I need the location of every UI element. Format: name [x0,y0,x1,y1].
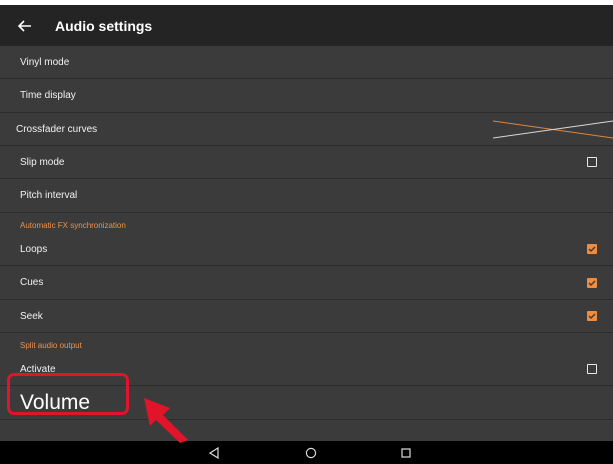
setting-label: Loops [20,243,48,255]
app-bar: Audio settings [0,5,613,46]
slip-mode-checkbox[interactable] [587,157,597,167]
setting-loops[interactable]: Loops [0,233,613,266]
setting-label: Pitch interval [20,190,78,201]
setting-label: Time display [20,90,76,101]
setting-vinyl-mode[interactable]: Vinyl mode [0,46,613,79]
loops-checkbox[interactable] [587,244,597,254]
red-pointer-arrow-icon [144,398,188,443]
setting-pitch-interval[interactable]: Pitch interval [0,179,613,213]
checkmark-icon [588,246,596,252]
section-header-split-audio: Split audio output [20,341,82,350]
setting-time-display[interactable]: Time display [0,79,613,113]
page-title: Audio settings [55,17,153,34]
volume-highlight-box [7,373,129,415]
checkmark-icon [588,313,596,319]
setting-label: Slip mode [20,156,65,168]
triangle-back-icon[interactable] [206,445,222,461]
setting-seek[interactable]: Seek [0,300,613,333]
activate-checkbox[interactable] [587,364,597,374]
cues-checkbox[interactable] [587,277,597,288]
square-recents-icon[interactable] [398,445,414,461]
setting-slip-mode[interactable]: Slip mode [0,146,613,179]
setting-crossfader-curves[interactable]: Crossfader curves [0,113,613,146]
circle-home-icon[interactable] [303,445,319,461]
crossfader-curve-graphic [493,120,613,139]
checkmark-icon [588,280,596,286]
setting-label: Crossfader curves [16,123,98,135]
seek-checkbox[interactable] [587,311,597,321]
setting-cues[interactable]: Cues [0,266,613,300]
arrow-left-icon[interactable] [18,18,34,34]
setting-label: Vinyl mode [20,56,70,68]
setting-label: Seek [20,310,43,322]
system-nav-bar [0,441,613,464]
setting-label: Cues [20,277,44,288]
section-header-fx-sync: Automatic FX synchronization [20,221,126,230]
settings-list: Vinyl mode Time display Crossfader curve… [0,46,613,420]
